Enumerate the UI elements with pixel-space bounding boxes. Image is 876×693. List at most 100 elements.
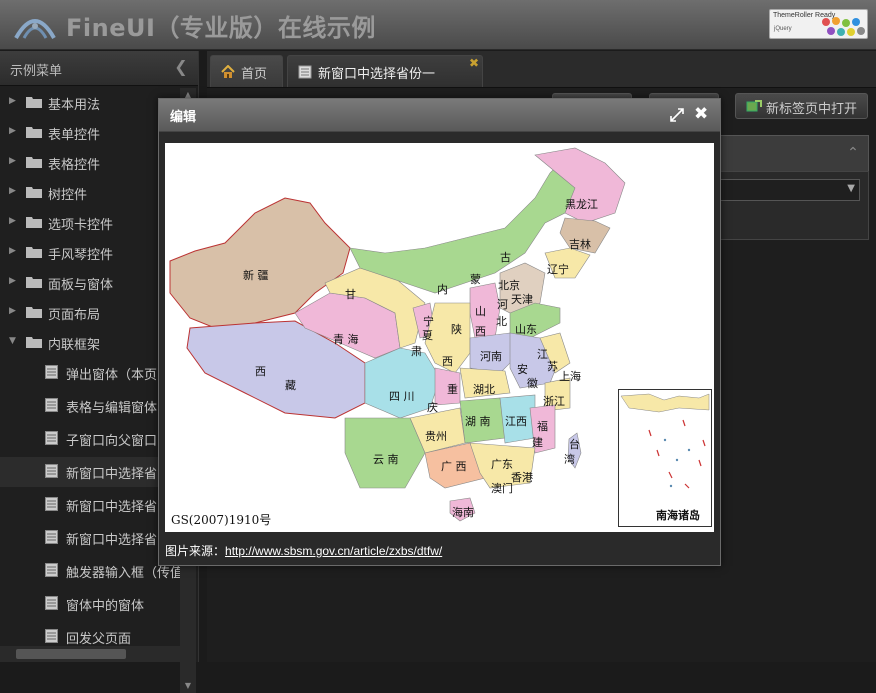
svg-text:台: 台 bbox=[569, 437, 580, 451]
expand-right-arrow-icon[interactable]: ▶ bbox=[9, 276, 16, 286]
open-in-new-tab-button[interactable]: 新标签页中打开 bbox=[735, 93, 868, 119]
svg-text:北京: 北京 bbox=[498, 278, 520, 292]
open-in-new-tab-label: 新标签页中打开 bbox=[766, 102, 858, 117]
folder-icon bbox=[26, 247, 42, 258]
page-icon bbox=[45, 530, 58, 544]
svg-text:建: 建 bbox=[532, 435, 543, 449]
tree-folder-label: 表格控件 bbox=[48, 158, 101, 173]
svg-text:贵州: 贵州 bbox=[425, 430, 447, 443]
tree-folder[interactable]: ▶ 页面布局 bbox=[0, 298, 180, 328]
svg-text:湾: 湾 bbox=[564, 452, 575, 466]
svg-text:山东: 山东 bbox=[515, 323, 537, 336]
svg-text:新 疆: 新 疆 bbox=[243, 268, 269, 282]
tree-leaf[interactable]: 弹出窗体（本页 bbox=[0, 358, 180, 388]
expand-right-arrow-icon[interactable]: ▶ bbox=[9, 126, 16, 136]
tab-home[interactable]: 首页 bbox=[210, 55, 283, 87]
svg-text:重: 重 bbox=[447, 382, 458, 396]
svg-text:天津: 天津 bbox=[511, 293, 533, 306]
sidebar-header: 示例菜单 ❮ bbox=[0, 51, 198, 86]
svg-text:藏: 藏 bbox=[285, 379, 296, 392]
color-swatch-icon bbox=[822, 17, 865, 36]
tree-folder-label: 内联框架 bbox=[48, 338, 101, 353]
tree-leaf[interactable]: 新窗口中选择省 bbox=[0, 457, 180, 487]
scroll-down-arrow-icon[interactable]: ▼ bbox=[180, 679, 196, 693]
tree-folder[interactable]: ▶ 表格控件 bbox=[0, 148, 180, 178]
tree-leaf[interactable]: 回发父页面 bbox=[0, 622, 180, 648]
svg-text:肃: 肃 bbox=[411, 345, 422, 358]
tab-home-label: 首页 bbox=[241, 67, 268, 82]
map-approval-number: GS(2007)1910号 bbox=[171, 513, 272, 527]
expand-down-arrow-icon[interactable]: ▼ bbox=[9, 336, 16, 346]
folder-icon bbox=[26, 187, 42, 198]
page-icon bbox=[45, 596, 58, 610]
tree-folder[interactable]: ▶ 面板与窗体 bbox=[0, 268, 180, 298]
tree-folder[interactable]: ▶ 手风琴控件 bbox=[0, 238, 180, 268]
tree-leaf-label: 弹出窗体（本页 bbox=[66, 368, 158, 383]
tree-folder-label: 选项卡控件 bbox=[48, 218, 114, 233]
page-icon bbox=[45, 629, 58, 643]
tree-leaf[interactable]: 子窗口向父窗口 bbox=[0, 424, 180, 454]
expand-right-arrow-icon[interactable]: ▶ bbox=[9, 246, 16, 256]
svg-text:黑龙江: 黑龙江 bbox=[565, 198, 598, 211]
tree-folder-label: 树控件 bbox=[48, 188, 88, 203]
folder-icon bbox=[26, 127, 42, 138]
expand-right-arrow-icon[interactable]: ▶ bbox=[9, 216, 16, 226]
tree-leaf[interactable]: 新窗口中选择省 bbox=[0, 490, 180, 520]
tab-select-province[interactable]: 新窗口中选择省份一 ✖ bbox=[287, 55, 483, 87]
themeroller-badge[interactable]: ThemeRoller Ready jQuery bbox=[769, 9, 868, 39]
expand-right-arrow-icon[interactable]: ▶ bbox=[9, 156, 16, 166]
svg-text:江西: 江西 bbox=[505, 415, 527, 428]
tree-folder-label: 页面布局 bbox=[48, 308, 101, 323]
svg-text:苏: 苏 bbox=[547, 360, 558, 373]
tree-leaf-label: 新窗口中选择省 bbox=[66, 533, 158, 548]
image-source-caption: 图片来源：http://www.sbsm.gov.cn/article/zxbs… bbox=[165, 542, 442, 559]
source-link[interactable]: http://www.sbsm.gov.cn/article/zxbs/dtfw… bbox=[225, 544, 442, 558]
edit-window-title: 编辑 bbox=[170, 110, 197, 125]
tree-folder[interactable]: ▼ 内联框架 bbox=[0, 328, 180, 358]
tree-folder[interactable]: ▶ 选项卡控件 bbox=[0, 208, 180, 238]
horizontal-scrollbar-thumb[interactable] bbox=[16, 649, 126, 659]
south-china-sea-inset: 南海诸岛 bbox=[618, 389, 712, 527]
folder-open-icon bbox=[26, 337, 42, 348]
svg-text:河: 河 bbox=[497, 298, 508, 311]
china-map-image[interactable]: 黑龙江 吉林 辽宁 古 蒙 内 北京 天津 河 北 山 西 山东 新 疆 甘 宁… bbox=[165, 143, 714, 532]
svg-text:辽宁: 辽宁 bbox=[547, 262, 569, 276]
tree-leaf[interactable]: 窗体中的窗体 bbox=[0, 589, 180, 619]
caption-prefix: 图片来源： bbox=[165, 544, 226, 558]
tree-leaf[interactable]: 触发器输入框（传值 bbox=[0, 556, 180, 586]
svg-text:广东: 广东 bbox=[491, 458, 513, 471]
tree-folder[interactable]: ▶ 树控件 bbox=[0, 178, 180, 208]
tree-leaf-label: 回发父页面 bbox=[66, 632, 132, 647]
tab-close-icon[interactable]: ✖ bbox=[469, 56, 479, 70]
province-dropdown[interactable]: ▼ bbox=[710, 179, 860, 201]
tree-leaf-label: 子窗口向父窗口 bbox=[66, 434, 158, 449]
tree-leaf[interactable]: 新窗口中选择省 bbox=[0, 523, 180, 553]
collapse-up-icon[interactable]: ⌃ bbox=[844, 144, 862, 162]
close-icon[interactable]: ✖ bbox=[694, 104, 708, 124]
expand-right-arrow-icon[interactable]: ▶ bbox=[9, 306, 16, 316]
svg-text:西: 西 bbox=[255, 365, 266, 378]
tree-leaf[interactable]: 表格与编辑窗体 bbox=[0, 391, 180, 421]
svg-text:宁: 宁 bbox=[423, 314, 434, 328]
maximize-icon[interactable] bbox=[669, 107, 685, 123]
sidebar-horizontal-scrollbar[interactable] bbox=[0, 646, 180, 662]
tree-folder[interactable]: ▶ 基本用法 bbox=[0, 88, 180, 118]
home-icon bbox=[221, 65, 235, 78]
expand-right-arrow-icon[interactable]: ▶ bbox=[9, 96, 16, 106]
page-icon bbox=[45, 398, 58, 412]
tab-strip: 首页 新窗口中选择省份一 ✖ bbox=[207, 51, 876, 88]
edit-window-header[interactable]: 编辑 ✖ bbox=[159, 99, 720, 132]
dropdown-arrow-icon[interactable]: ▼ bbox=[847, 183, 855, 194]
tree-folder-label: 面板与窗体 bbox=[48, 278, 114, 293]
inset-label: 南海诸岛 bbox=[656, 509, 700, 522]
expand-right-arrow-icon[interactable]: ▶ bbox=[9, 186, 16, 196]
folder-icon bbox=[26, 157, 42, 168]
svg-text:徽: 徽 bbox=[527, 376, 538, 390]
folder-icon bbox=[26, 277, 42, 288]
new-tab-icon bbox=[746, 100, 762, 112]
menu-tree: ▶ 基本用法 ▶ 表单控件 ▶ 表格控件 ▶ 树控件 ▶ 选项卡控件 ▶ 手风琴控件 ▶ 面板与窗体 ▶ 页面… bbox=[0, 88, 180, 648]
edit-window: 编辑 ✖ 黑龙江 吉林 辽宁 古 蒙 内 北京 天津 河 北 山 西 山东 新 … bbox=[158, 98, 721, 566]
svg-text:湖北: 湖北 bbox=[473, 383, 495, 396]
tree-folder[interactable]: ▶ 表单控件 bbox=[0, 118, 180, 148]
collapse-left-icon[interactable]: ❮ bbox=[172, 58, 190, 76]
